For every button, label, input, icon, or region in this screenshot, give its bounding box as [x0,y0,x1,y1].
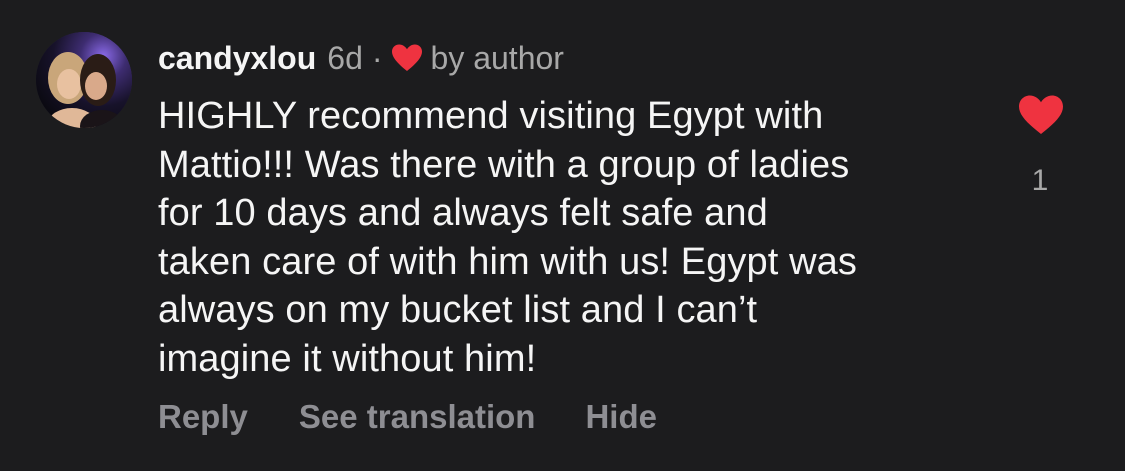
like-count: 1 [1031,164,1049,197]
hide-button[interactable]: Hide [585,398,657,436]
separator-dot: · [371,39,383,76]
comment: candyxlou 6d · by author HIGHLY recommen… [0,0,1125,471]
see-translation-button[interactable]: See translation [299,398,536,436]
like-control: 1 [1013,92,1067,202]
author-like-label: by author [430,39,564,76]
comment-text: HIGHLY recommend visiting Egypt with Mat… [158,95,857,380]
reply-button[interactable]: Reply [158,398,248,436]
avatar-photo-icon [36,32,132,128]
timestamp: 6d [327,39,363,76]
username[interactable]: candyxlou [158,40,316,77]
like-heart-icon[interactable] [1018,94,1064,136]
avatar[interactable] [36,32,132,128]
comment-actions: Reply See translation Hide [158,395,657,439]
heart-icon [391,43,423,73]
comment-header: candyxlou 6d · by author [158,36,564,80]
